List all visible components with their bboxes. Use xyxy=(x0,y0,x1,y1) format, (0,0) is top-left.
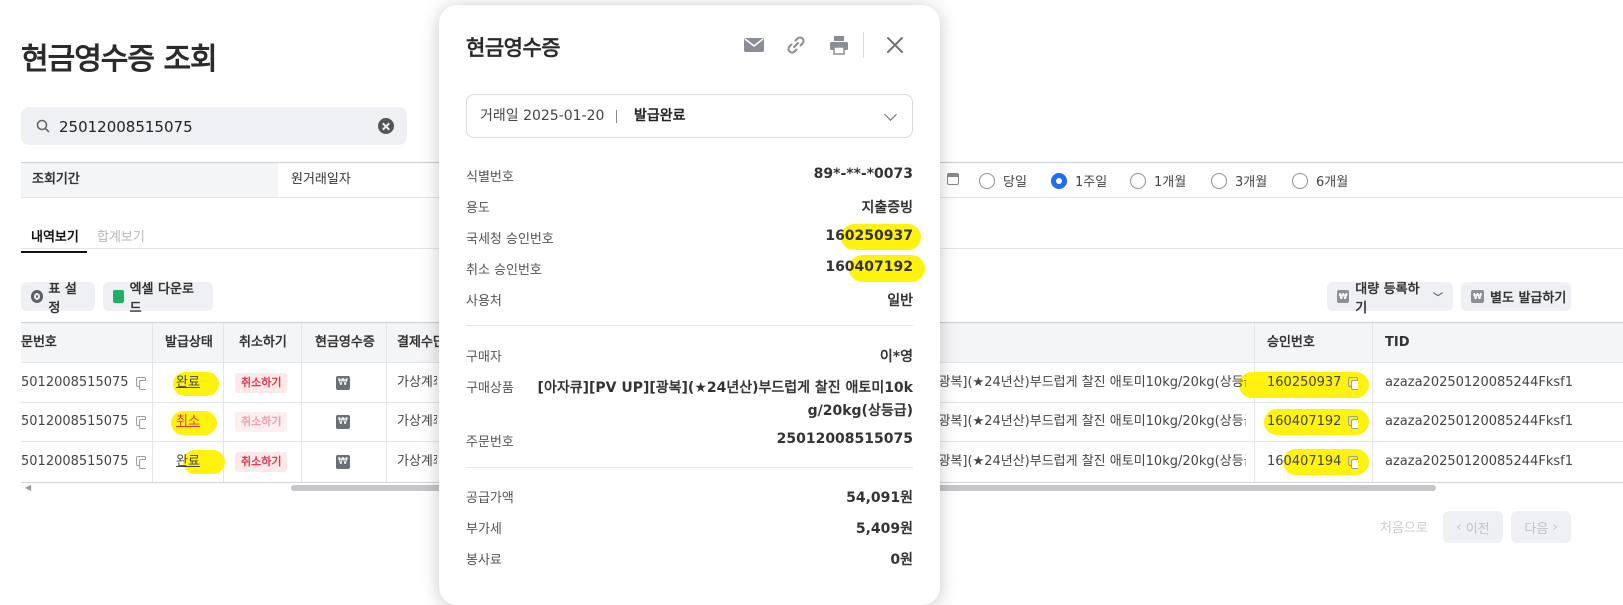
order-number: 5012008515075 xyxy=(21,375,129,390)
receipt-icon[interactable]: ₩ xyxy=(336,454,350,469)
clear-search-icon[interactable] xyxy=(378,118,394,134)
page-title: 현금영수증 조회 xyxy=(21,42,218,77)
cancel-button[interactable]: 취소하기 xyxy=(235,452,288,472)
receipt-icon: ₩ xyxy=(1337,290,1350,303)
payment-method: 가상계좌 xyxy=(397,375,437,390)
column-tid: TID xyxy=(1385,323,1445,362)
column-issue-status: 발급상태 xyxy=(165,323,235,362)
modal-title: 현금영수증 xyxy=(466,36,561,60)
column-approval-no: 승인번호 xyxy=(1267,323,1347,362)
issue-status-link[interactable]: 취소 xyxy=(176,414,200,429)
envelope-icon[interactable] xyxy=(743,34,765,56)
chevron-down-icon: ﹀ xyxy=(1433,293,1443,304)
field-usage: 용도 지출증빙 xyxy=(466,200,913,216)
field-product: 구매상품 [아자큐][PV UP][광복](★24년산)부드럽게 찰진 애토미1… xyxy=(466,380,913,419)
issue-status-link[interactable]: 완료 xyxy=(176,454,200,469)
product-name: UP][광복](★24년산)부드럽게 찰진 애토미10kg/20kg(상등급) xyxy=(911,454,1246,469)
scroll-left-icon[interactable]: ◀ xyxy=(25,483,31,492)
tid: azaza20250120085244Fksf1 xyxy=(1385,454,1573,469)
approval-number: 160407194 xyxy=(1267,454,1342,469)
field-buyer: 구매자 이*영 xyxy=(466,349,913,365)
copy-icon[interactable] xyxy=(1348,416,1359,429)
field-order-number: 주문번호 25012008515075 xyxy=(466,431,913,450)
copy-icon[interactable] xyxy=(1348,377,1359,390)
pagination-first[interactable]: 처음으로 xyxy=(1380,517,1428,536)
copy-icon[interactable] xyxy=(135,416,146,429)
calendar-icon[interactable] xyxy=(947,173,959,185)
copy-icon[interactable] xyxy=(135,456,146,469)
gear-icon xyxy=(31,290,44,303)
receipt-icon[interactable]: ₩ xyxy=(336,375,350,390)
chevron-left-icon: ‹ xyxy=(1456,519,1466,535)
print-icon[interactable] xyxy=(828,34,850,56)
copy-icon[interactable] xyxy=(1348,456,1359,469)
pagination-next-button[interactable]: 다음 › xyxy=(1511,511,1571,543)
issue-status: 발급완료 xyxy=(634,108,686,124)
search-box[interactable] xyxy=(21,107,407,145)
link-icon[interactable] xyxy=(785,34,807,56)
order-number: 5012008515075 xyxy=(21,414,129,429)
field-service-charge: 봉사료 0원 xyxy=(466,552,913,568)
search-icon xyxy=(36,119,50,133)
radio-6month[interactable]: 6개월 xyxy=(1292,171,1348,190)
radio-1week[interactable]: 1주일 xyxy=(1051,171,1107,190)
pagination-prev-button[interactable]: ‹ 이전 xyxy=(1443,511,1503,543)
field-nts-approval-no: 국세청 승인번호 160250937 xyxy=(466,228,913,247)
radio-1month[interactable]: 1개월 xyxy=(1130,171,1186,190)
receipt-icon: ₩ xyxy=(1471,290,1484,303)
tid: azaza20250120085244Fksf1 xyxy=(1385,375,1573,390)
cash-receipt-modal: 현금영수증 거래일 2025-01-20 발급완료 식별번호 89*-**-*00… xyxy=(439,5,940,605)
tid: azaza20250120085244Fksf1 xyxy=(1385,414,1573,429)
field-cancel-approval-no: 취소 승인번호 160407192 xyxy=(466,259,913,278)
field-usage-place: 사용처 일반 xyxy=(466,293,913,309)
radio-today[interactable]: 당일 xyxy=(979,171,1027,190)
period-label: 조회기간 xyxy=(21,163,278,197)
radio-3month[interactable]: 3개월 xyxy=(1211,171,1267,190)
close-icon[interactable] xyxy=(884,34,906,56)
trade-date-select[interactable]: 거래일 2025-01-20 발급완료 xyxy=(466,94,913,138)
field-vat: 부가세 5,409원 xyxy=(466,521,913,537)
approval-number: 160407192 xyxy=(1267,414,1342,429)
chevron-right-icon: › xyxy=(1548,519,1558,535)
order-number: 5012008515075 xyxy=(21,454,129,469)
copy-icon[interactable] xyxy=(135,377,146,390)
issue-status-link[interactable]: 완료 xyxy=(176,375,200,390)
tab-detail-view[interactable]: 내역보기 xyxy=(21,226,87,253)
table-settings-button[interactable]: 표 설정 xyxy=(21,282,95,316)
product-name: UP][광복](★24년산)부드럽게 찰진 애토미10kg/20kg(상등급) xyxy=(911,375,1246,390)
cancel-button[interactable]: 취소하기 xyxy=(235,373,288,393)
cancel-button[interactable]: 취소하기 xyxy=(235,412,288,432)
trade-date: 거래일 2025-01-20 xyxy=(480,108,605,124)
receipt-icon[interactable]: ₩ xyxy=(336,414,350,429)
chevron-down-icon xyxy=(884,108,897,121)
payment-method: 가상계좌 xyxy=(397,454,437,469)
bulk-register-button[interactable]: ₩ 대량 등록하기 ﹀ xyxy=(1327,282,1453,316)
field-supply-amount: 공급가액 54,091원 xyxy=(466,490,913,506)
column-cancel: 취소하기 xyxy=(239,323,309,362)
column-cash-receipt: 현금영수증 xyxy=(315,323,390,362)
period-basis[interactable]: 원거래일자 xyxy=(291,163,351,197)
product-name: UP][광복](★24년산)부드럽게 찰진 애토미10kg/20kg(상등급) xyxy=(911,414,1246,429)
excel-icon xyxy=(113,290,124,303)
search-input[interactable] xyxy=(57,113,361,141)
separate-issue-button[interactable]: ₩ 별도 발급하기 xyxy=(1461,282,1571,311)
approval-number: 160250937 xyxy=(1267,375,1342,390)
excel-download-button[interactable]: 엑셀 다운로드 xyxy=(103,282,213,316)
payment-method: 가상계좌 xyxy=(397,414,437,429)
tab-summary-view[interactable]: 합계보기 xyxy=(97,226,145,245)
column-order-no: 문번호 xyxy=(21,323,151,362)
field-id-number: 식별번호 89*-**-*0073 xyxy=(466,166,913,185)
modal-icon-divider xyxy=(863,32,864,58)
